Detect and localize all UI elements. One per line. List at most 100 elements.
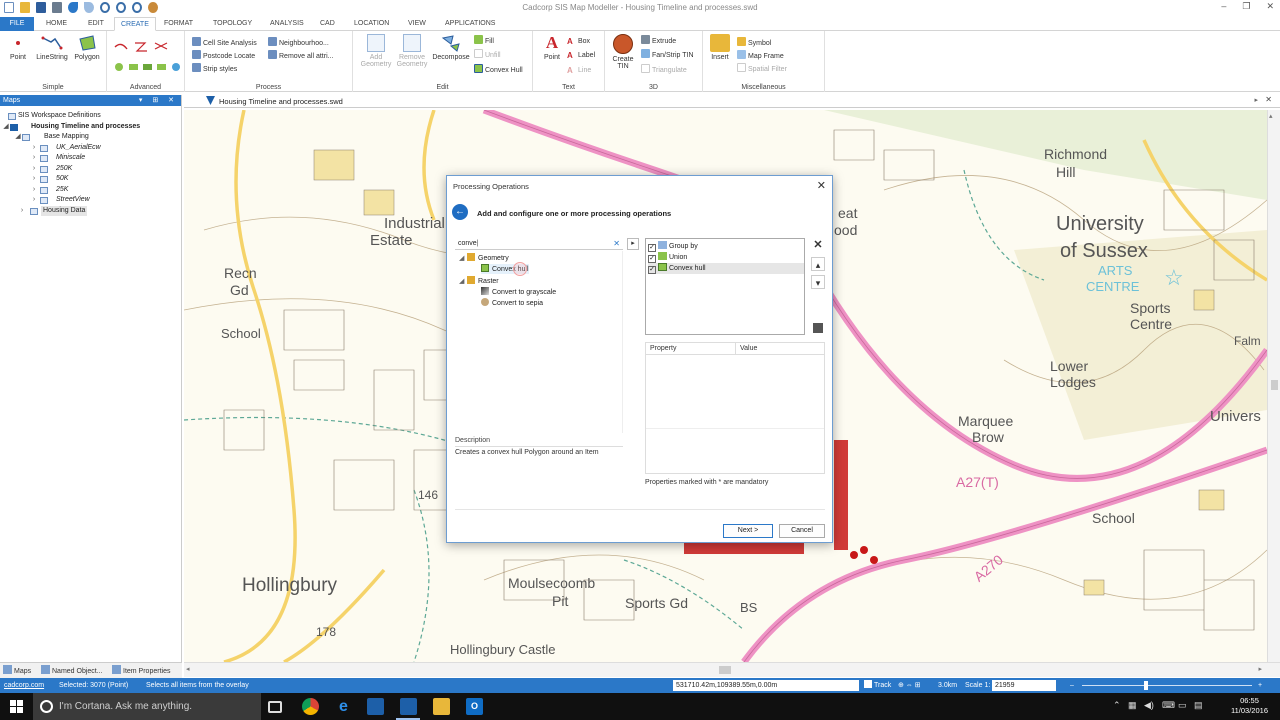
fill-button[interactable]: Fill [474,35,494,48]
fan-strip-tin-button[interactable]: Fan/Strip TIN [641,49,694,62]
cancel-button[interactable]: Cancel [779,524,825,538]
strip-styles-button[interactable]: Strip styles [192,63,237,76]
volume-icon[interactable]: ◀) [1144,700,1154,711]
minimize-icon[interactable]: – [1221,1,1226,12]
cell-site-analysis-button[interactable]: Cell Site Analysis [192,37,257,50]
tree-item[interactable]: › 25K [0,185,181,196]
neighbourhood-button[interactable]: Neighbourhoo... [268,37,329,50]
close-document-icon[interactable]: ✕ [1265,95,1272,104]
scroll-left-icon[interactable]: ◂ [186,665,190,673]
cortana-search[interactable]: I'm Cortana. Ask me anything. [33,693,261,720]
tab-home[interactable]: HOME [40,17,73,31]
expand-icon[interactable]: › [18,206,26,217]
document-tab[interactable]: Housing Timeline and processes.swd [206,96,343,106]
selected-op-row[interactable]: ✓ Group by [648,241,804,252]
create-tin-button[interactable]: Create TIN [610,34,636,70]
tray-chevron-icon[interactable]: ⌃ [1113,700,1121,711]
tree-item-sepia[interactable]: Convert to sepia [481,298,543,308]
zoom-out-icon[interactable]: – [1070,678,1074,693]
tree-item-grayscale[interactable]: Convert to grayscale [481,287,556,297]
tab-named-objects[interactable]: Named Object... [41,665,103,677]
keyboard-icon[interactable]: ⌨ [1162,700,1175,711]
move-down-icon[interactable]: ▾ [811,275,825,289]
clear-search-icon[interactable]: ✕ [613,238,620,250]
tree-group-raster[interactable]: ◢ Raster [459,276,499,286]
triangulate-button[interactable]: Triangulate [641,64,687,77]
tab-analysis[interactable]: ANALYSIS [264,17,310,31]
snap-icons[interactable]: ⊕ ⇔ ⊞ [898,678,921,693]
close-icon[interactable]: ✕ [1266,1,1274,12]
collapse-icon[interactable]: ◢ [2,122,10,133]
tree-item[interactable]: › 50K [0,174,181,185]
tab-create[interactable]: CREATE [114,17,156,31]
network-icon[interactable]: ▦ [1128,700,1137,711]
outlook-icon[interactable]: O [466,698,483,715]
track-checkbox[interactable]: Track [864,678,891,693]
expand-icon[interactable]: › [30,153,38,164]
task-view-icon[interactable] [268,701,282,713]
remove-geometry-button[interactable]: Remove Geometry [395,34,429,68]
brand-link[interactable]: cadcorp.com [4,678,44,693]
file-explorer-icon[interactable] [433,698,450,715]
tab-scroll-icon[interactable]: ▸ [1254,96,1258,104]
panel-controls[interactable]: ▾ ⊞ ✕ [139,95,178,106]
insert-button[interactable]: Insert [707,34,733,61]
map-frame-button[interactable]: Map Frame [737,50,784,63]
tab-item-properties[interactable]: Item Properties [112,665,170,677]
text-line-button[interactable]: A Line [567,64,591,77]
text-label-button[interactable]: A Label [567,49,595,62]
tree-item[interactable]: › 250K [0,164,181,175]
tab-location[interactable]: LOCATION [348,17,395,31]
tree-item[interactable]: SIS Workspace Definitions [0,111,181,122]
scroll-right-icon[interactable]: ▸ [1258,665,1262,673]
scroll-thumb[interactable] [719,666,731,674]
tab-cad[interactable]: CAD [314,17,341,31]
selected-op-row[interactable]: ✓ Union [648,252,804,263]
zoom-slider-thumb[interactable] [1144,681,1148,690]
tree-group-geometry[interactable]: ◢ Geometry [459,253,509,263]
tab-view[interactable]: VIEW [402,17,432,31]
zoom-in-icon[interactable]: + [1258,678,1262,693]
move-up-icon[interactable]: ▴ [811,257,825,271]
collapse-icon[interactable]: ◢ [14,132,22,143]
tab-applications[interactable]: APPLICATIONS [439,17,501,31]
sis-app-icon[interactable] [367,698,384,715]
add-operation-button[interactable]: ▸ [627,238,639,250]
linestring-button[interactable]: LineString [33,34,71,61]
sis-map-modeller-icon[interactable] [400,698,417,715]
text-box-button[interactable]: A Box [567,35,590,48]
scroll-thumb[interactable] [1271,380,1278,390]
tree-item[interactable]: ◢ Base Mapping [0,132,181,143]
convex-hull-button[interactable]: Convex Hull [474,64,523,77]
save-operations-icon[interactable] [811,321,825,335]
remove-operation-icon[interactable]: ✕ [811,238,825,252]
checkbox-checked[interactable]: ✓ [648,244,656,252]
unfill-button[interactable]: Unfill [474,49,501,62]
maximize-icon[interactable]: ❐ [1242,1,1250,12]
expand-icon[interactable]: › [30,185,38,196]
extrude-button[interactable]: Extrude [641,35,676,48]
tab-maps[interactable]: Maps [3,665,31,677]
tab-edit[interactable]: EDIT [82,17,110,31]
tree-item[interactable]: › UK_AerialEcw [0,143,181,154]
map-horizontal-scrollbar[interactable]: ◂ ▸ [184,662,1280,677]
notifications-icon[interactable]: ▤ [1194,700,1203,711]
tree-item[interactable]: ◢ Housing Timeline and processes [0,122,181,133]
collapse-icon[interactable]: ◢ [459,277,467,287]
scroll-up-icon[interactable]: ▴ [1269,112,1273,120]
expand-icon[interactable]: › [30,195,38,206]
tree-item[interactable]: › Miniscale [0,153,181,164]
map-vertical-scrollbar[interactable]: ▴ [1267,110,1280,662]
postcode-locate-button[interactable]: Postcode Locate [192,50,255,63]
symbol-button[interactable]: Symbol [737,37,771,50]
expand-icon[interactable]: › [30,164,38,175]
clock[interactable]: 06:55 11/03/2016 [1231,696,1268,716]
expand-icon[interactable]: › [30,143,38,154]
coordinates-field[interactable]: 531710.42m,109389.55m,0.00m [673,680,859,691]
selected-op-row[interactable]: ✓ Convex hull [648,263,804,274]
spatial-filter-button[interactable]: Spatial Filter [737,63,787,76]
windows-start-icon[interactable] [10,700,23,713]
back-arrow-icon[interactable]: ← [452,204,468,220]
checkbox-checked[interactable]: ✓ [648,266,656,274]
tab-format[interactable]: FORMAT [158,17,199,31]
